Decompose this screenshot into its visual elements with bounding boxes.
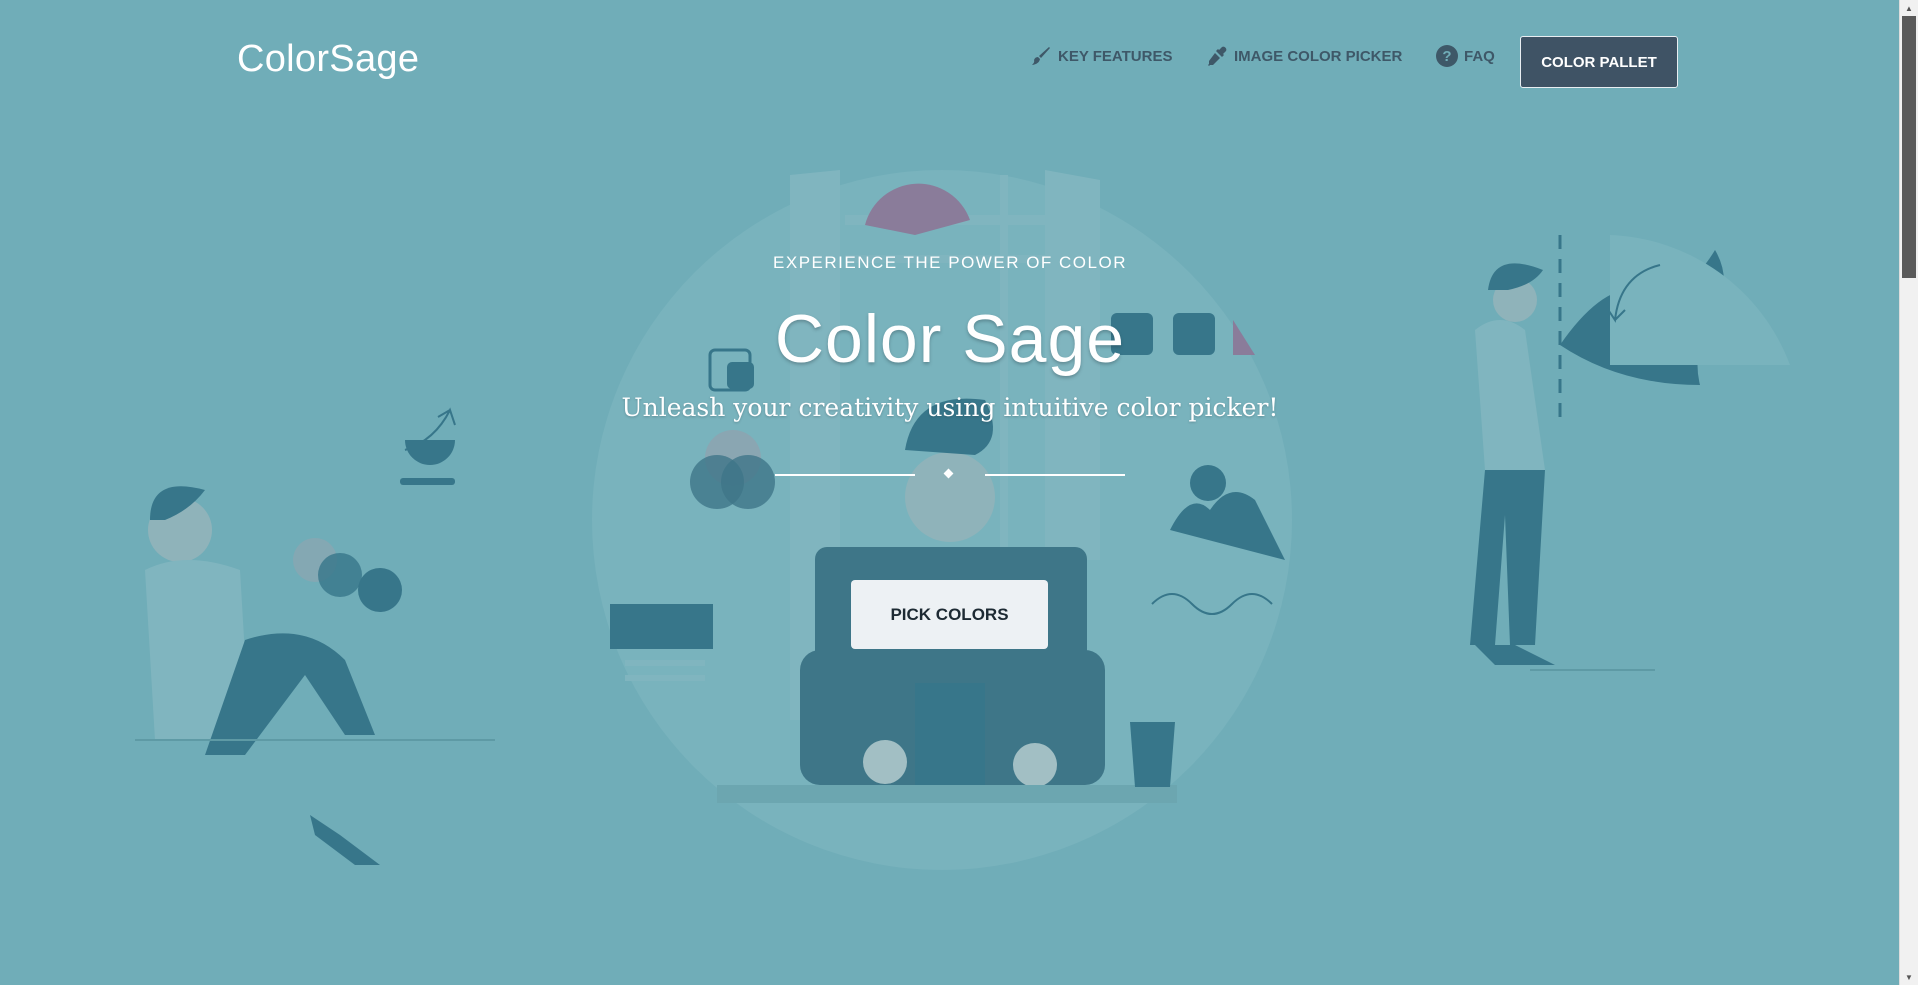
color-pallet-button[interactable]: COLOR PALLET [1520,36,1678,88]
scroll-down-arrow-icon[interactable]: ▼ [1900,969,1918,985]
vertical-scrollbar[interactable]: ▲ ▼ [1899,0,1918,985]
hero-divider [775,467,1125,487]
top-navigation: ColorSage KEY FEATURES IMAGE COLOR PICKE… [0,0,1900,120]
question-icon: ? [1436,45,1458,67]
page: ColorSage KEY FEATURES IMAGE COLOR PICKE… [0,0,1900,985]
eyedropper-icon [1206,45,1228,67]
scrollbar-thumb[interactable] [1902,16,1916,278]
nav-image-color-picker-label: IMAGE COLOR PICKER [1234,47,1403,65]
brush-icon [1030,45,1052,67]
hero-title: Color Sage [774,301,1126,377]
nav-key-features[interactable]: KEY FEATURES [1030,45,1172,67]
nav-image-color-picker[interactable]: IMAGE COLOR PICKER [1206,45,1402,67]
pick-colors-button[interactable]: PICK COLORS [851,580,1048,649]
logo[interactable]: ColorSage [237,38,419,81]
nav-faq-label: FAQ [1464,47,1495,65]
diamond-icon [943,468,954,479]
hero-subtitle: Unleash your creativity using intuitive … [621,393,1279,422]
svg-text:?: ? [1442,48,1451,65]
hero-eyebrow: EXPERIENCE THE POWER OF COLOR [773,253,1127,272]
scroll-up-arrow-icon[interactable]: ▲ [1900,0,1918,16]
nav-key-features-label: KEY FEATURES [1058,47,1173,65]
hero-illustration [135,170,1790,870]
nav-faq[interactable]: ? FAQ [1436,45,1495,67]
